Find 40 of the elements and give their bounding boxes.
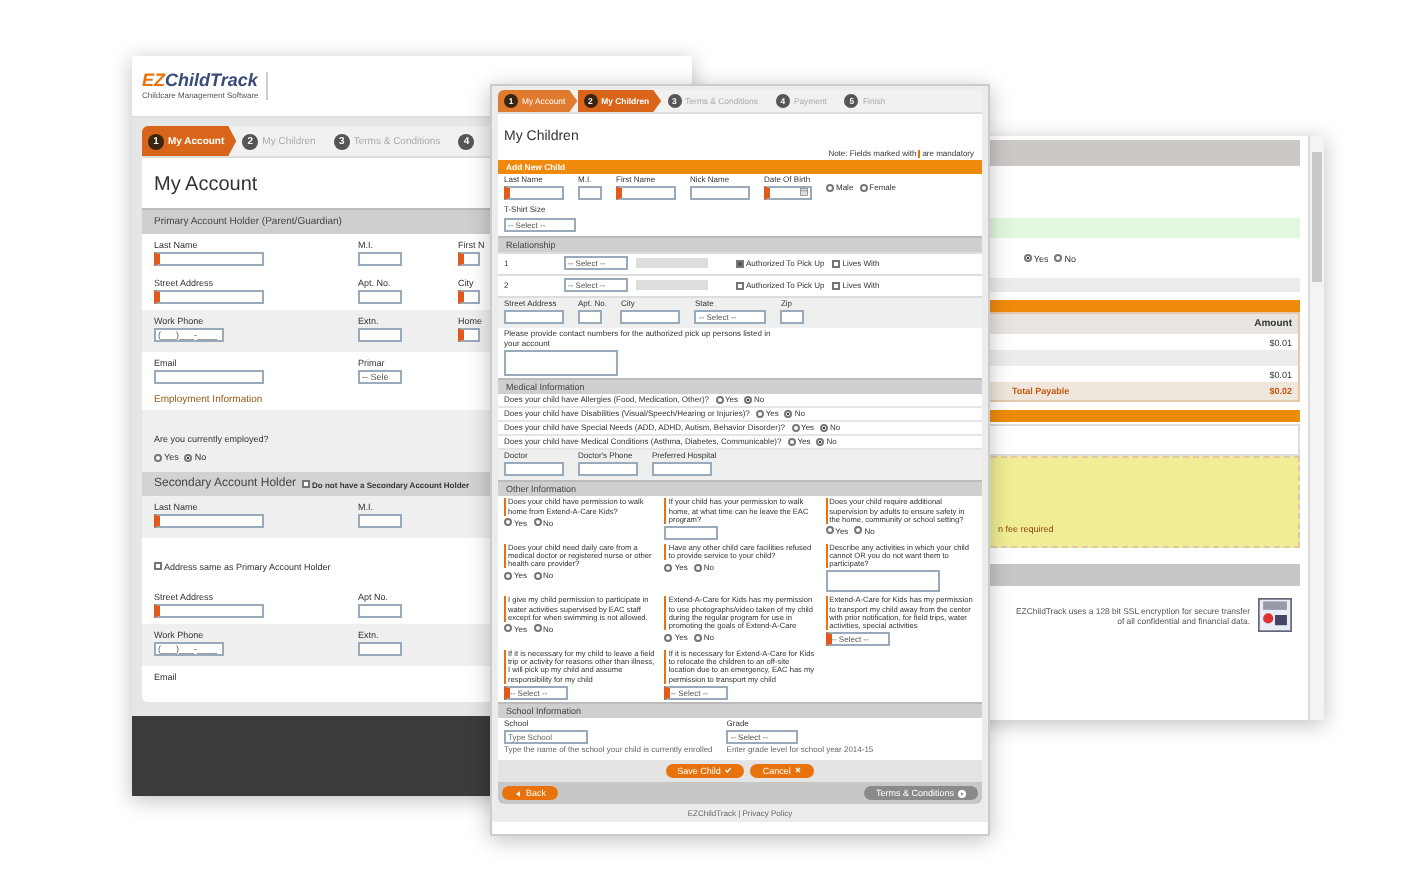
text-field[interactable] xyxy=(636,280,708,291)
arrow-right-icon xyxy=(958,789,966,798)
text-field[interactable] xyxy=(358,642,402,656)
scrollbar[interactable] xyxy=(1308,136,1324,720)
text-field[interactable] xyxy=(154,370,264,384)
text-field[interactable] xyxy=(458,252,480,266)
text-field[interactable] xyxy=(358,514,402,528)
arrow-left-icon xyxy=(514,789,522,798)
text-field[interactable] xyxy=(578,186,602,201)
text-field[interactable] xyxy=(664,525,719,540)
text-area[interactable] xyxy=(825,570,940,593)
text-field[interactable] xyxy=(358,290,402,304)
text-field[interactable] xyxy=(154,604,264,618)
text-field[interactable] xyxy=(458,328,480,342)
text-field[interactable] xyxy=(358,604,402,618)
required-marker-icon xyxy=(918,149,921,157)
text-field[interactable] xyxy=(358,328,402,342)
text-field[interactable] xyxy=(154,514,264,528)
text-field[interactable] xyxy=(504,186,564,201)
text-field[interactable] xyxy=(780,310,805,325)
security-badge-icon xyxy=(1258,598,1292,632)
text-area[interactable] xyxy=(504,349,618,376)
text-field[interactable] xyxy=(504,310,564,325)
text-field[interactable] xyxy=(504,462,564,477)
text-field[interactable] xyxy=(636,258,708,269)
text-field[interactable] xyxy=(578,310,602,325)
text-field[interactable] xyxy=(652,462,712,477)
calendar-icon[interactable] xyxy=(800,188,808,197)
text-field[interactable] xyxy=(358,252,402,266)
text-field[interactable] xyxy=(578,462,638,477)
page-title: My Account xyxy=(154,174,258,196)
text-field[interactable] xyxy=(620,310,681,325)
close-icon xyxy=(794,766,803,775)
text-field[interactable] xyxy=(690,186,750,201)
text-field[interactable] xyxy=(154,252,264,266)
check-icon xyxy=(724,766,733,775)
text-field[interactable] xyxy=(154,290,264,304)
text-field[interactable] xyxy=(616,186,676,201)
text-field[interactable] xyxy=(458,290,480,304)
date-field[interactable] xyxy=(764,186,812,201)
